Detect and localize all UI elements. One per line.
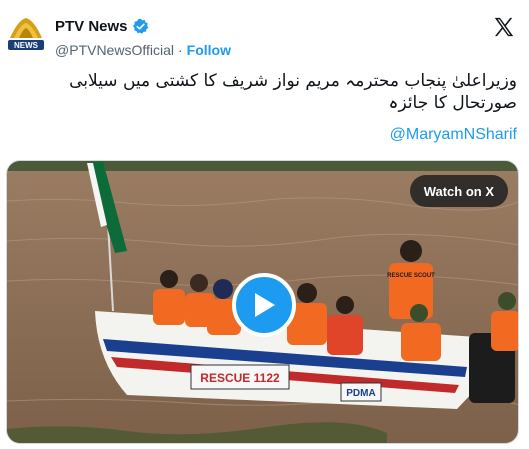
- play-icon: [255, 293, 275, 317]
- ptv-news-avatar[interactable]: NEWS: [4, 16, 48, 56]
- boat-pdma-label: PDMA: [346, 388, 375, 399]
- handle-row: @PTVNewsOfficial · Follow: [55, 42, 231, 58]
- far-treeline: [7, 161, 518, 171]
- tweet-header: NEWS PTV News @PTVNewsOfficial · Follow: [0, 0, 529, 64]
- watch-on-x-button[interactable]: Watch on X: [409, 175, 508, 207]
- name-row: PTV News: [55, 18, 149, 35]
- tweet-video[interactable]: RESCUE 1122 PDMA RESCUE SCOUT Watch on X: [6, 160, 519, 444]
- boat-rescue-label: RESCUE 1122: [200, 371, 280, 385]
- vest-label: RESCUE SCOUT: [387, 273, 435, 279]
- x-logo-icon[interactable]: [493, 16, 515, 38]
- mention-link[interactable]: @MaryamNSharif: [390, 126, 517, 144]
- account-handle[interactable]: @PTVNewsOfficial: [55, 42, 174, 58]
- play-button[interactable]: [232, 273, 296, 337]
- display-name[interactable]: PTV News: [55, 18, 128, 35]
- tweet-text: وزیراعلیٰ پنجاب محترمہ مریم نواز شریف کا…: [69, 71, 517, 113]
- separator-dot: ·: [177, 42, 183, 58]
- avatar-logo-text: NEWS: [14, 41, 39, 50]
- verified-badge-icon: [132, 18, 149, 35]
- follow-button[interactable]: Follow: [187, 42, 231, 58]
